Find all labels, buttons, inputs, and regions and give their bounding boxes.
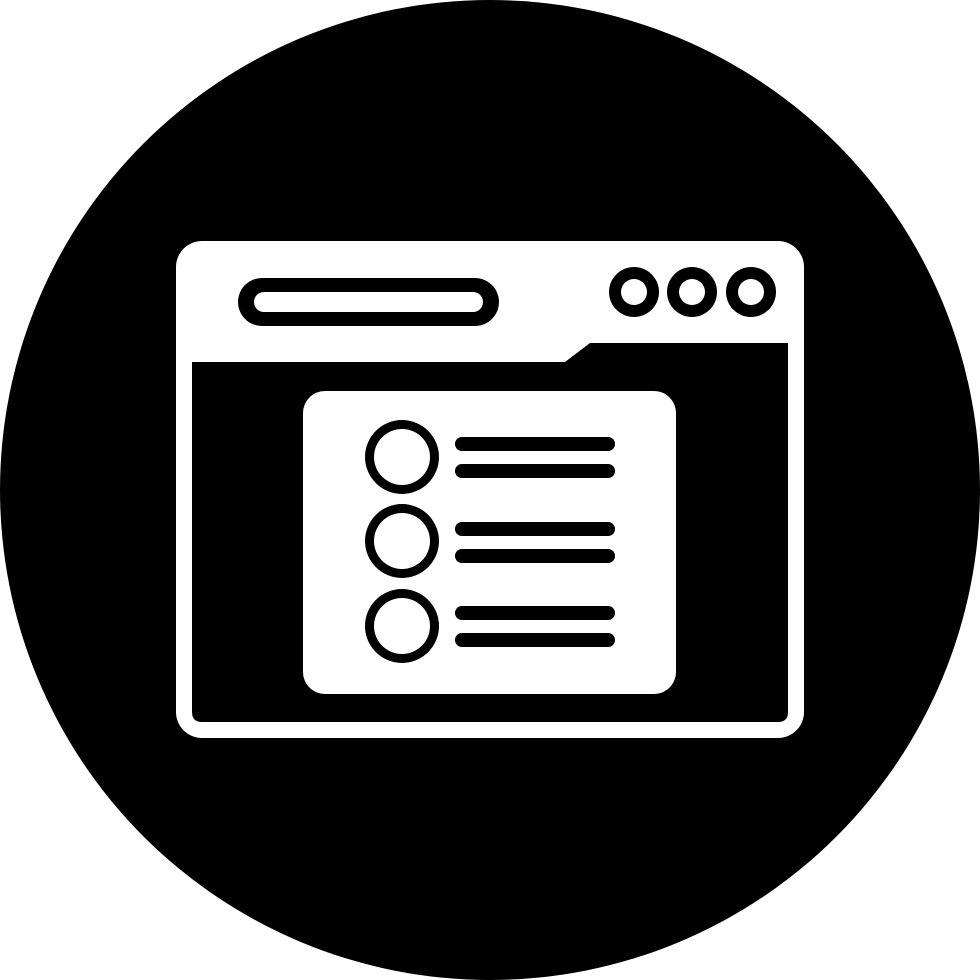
text-line	[455, 606, 615, 620]
browser-window-list-icon	[0, 0, 980, 980]
list-card	[303, 391, 676, 694]
text-line	[455, 549, 615, 563]
icon-canvas	[0, 0, 980, 980]
text-line	[455, 464, 615, 478]
text-line	[455, 522, 615, 536]
window-controls	[609, 267, 776, 317]
text-line	[455, 437, 615, 451]
text-line	[455, 633, 615, 647]
list-card-panel	[303, 391, 676, 694]
address-bar-inner	[254, 292, 483, 312]
